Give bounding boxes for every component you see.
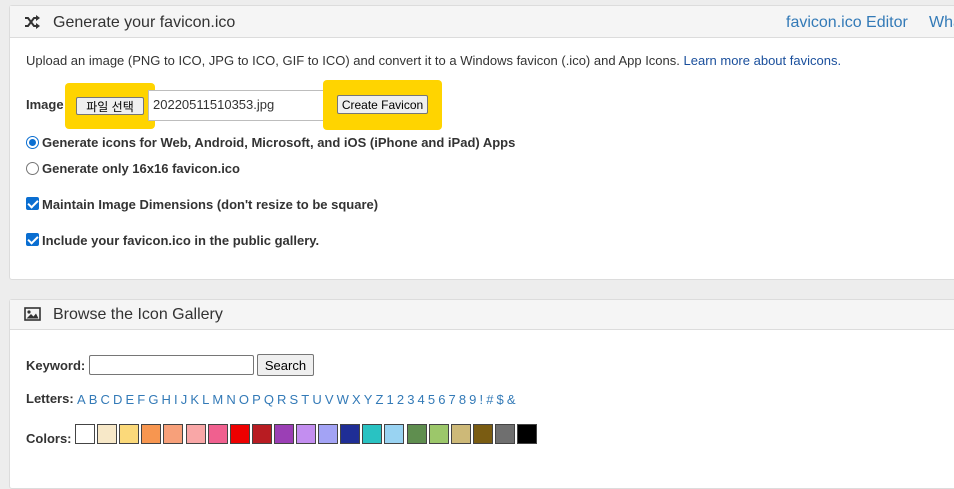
color-swatch[interactable] — [494, 424, 515, 444]
letter-link[interactable]: 1 — [387, 392, 394, 407]
letter-link[interactable]: E — [126, 392, 135, 407]
choose-file-button[interactable]: 파일 선택 — [76, 97, 144, 115]
color-swatch[interactable] — [517, 424, 537, 444]
letter-link[interactable]: Y — [364, 392, 373, 407]
color-swatch[interactable] — [185, 424, 206, 444]
letter-link[interactable]: 9 — [469, 392, 476, 407]
color-swatch[interactable] — [384, 424, 405, 444]
upload-description: Upload an image (PNG to ICO, JPG to ICO,… — [26, 53, 841, 68]
color-swatch[interactable] — [141, 424, 162, 444]
image-label: Image — [26, 97, 64, 112]
letter-link[interactable]: B — [89, 392, 98, 407]
color-swatch[interactable] — [428, 424, 449, 444]
color-swatch[interactable] — [119, 424, 140, 444]
letter-link[interactable]: ! — [480, 392, 484, 407]
color-swatch[interactable] — [75, 424, 95, 444]
letter-link[interactable]: X — [352, 392, 361, 407]
generate-panel-title: Generate your favicon.ico — [53, 14, 236, 31]
image-icon — [24, 307, 41, 326]
letter-link[interactable]: 8 — [459, 392, 466, 407]
whats-new-link[interactable]: Wha — [929, 14, 954, 32]
letters-label: Letters: — [26, 391, 74, 406]
letter-link[interactable]: M — [212, 392, 223, 407]
letter-link[interactable]: # — [486, 392, 493, 407]
letter-link[interactable]: & — [507, 392, 516, 407]
letters-list: A B C D E F G H I J K L M N O P Q R S T U V W X Y Z 1 2 3 4 5 6 7 8 9! # $ & — [77, 391, 519, 409]
letter-link[interactable]: 7 — [449, 392, 456, 407]
generate-panel: Generate your favicon.ico favicon.ico Ed… — [9, 5, 954, 280]
maintain-dimensions-checkbox[interactable] — [26, 197, 39, 210]
gallery-panel: Browse the Icon Gallery Keyword: Search … — [9, 299, 954, 489]
color-swatch[interactable] — [340, 424, 361, 444]
keyword-label: Keyword: — [26, 358, 86, 373]
letter-link[interactable]: H — [162, 392, 171, 407]
letter-link[interactable]: N — [226, 392, 235, 407]
letter-link[interactable]: L — [202, 392, 209, 407]
public-gallery-label: Include your favicon.ico in the public g… — [42, 233, 320, 248]
letter-link[interactable]: 3 — [407, 392, 414, 407]
letter-link[interactable]: C — [101, 392, 110, 407]
letter-link[interactable]: J — [181, 392, 188, 407]
letter-link[interactable]: V — [325, 392, 334, 407]
color-swatch[interactable] — [273, 424, 294, 444]
gallery-panel-title: Browse the Icon Gallery — [53, 306, 223, 323]
letter-link[interactable]: W — [337, 392, 349, 407]
letter-link[interactable]: F — [137, 392, 145, 407]
letter-link[interactable]: G — [148, 392, 158, 407]
color-swatch[interactable] — [450, 424, 471, 444]
color-swatch[interactable] — [362, 424, 383, 444]
radio-16x16-only[interactable] — [26, 162, 39, 175]
letter-link[interactable]: $ — [497, 392, 504, 407]
radio-all-platforms-label: Generate icons for Web, Android, Microso… — [42, 135, 516, 150]
colors-label: Colors: — [26, 431, 72, 446]
letter-link[interactable]: 4 — [418, 392, 425, 407]
shuffle-icon — [24, 15, 40, 34]
color-swatch[interactable] — [229, 424, 250, 444]
gallery-panel-header: Browse the Icon Gallery — [10, 300, 954, 330]
letter-link[interactable]: 6 — [438, 392, 445, 407]
keyword-input[interactable] — [89, 355, 254, 375]
letter-link[interactable]: P — [252, 392, 261, 407]
color-swatch[interactable] — [251, 424, 272, 444]
create-favicon-button[interactable]: Create Favicon — [337, 95, 428, 114]
color-swatch[interactable] — [318, 424, 339, 444]
color-swatch[interactable] — [472, 424, 493, 444]
color-swatch[interactable] — [97, 424, 118, 444]
letter-link[interactable]: I — [174, 392, 178, 407]
search-button[interactable]: Search — [257, 354, 314, 376]
letter-link[interactable]: 5 — [428, 392, 435, 407]
selected-file-name: 20220511510353.jpg — [153, 97, 275, 112]
color-swatch[interactable] — [296, 424, 316, 444]
upload-description-text: Upload an image (PNG to ICO, JPG to ICO,… — [26, 53, 680, 68]
letter-link[interactable]: S — [290, 392, 299, 407]
letter-link[interactable]: Q — [264, 392, 274, 407]
generate-panel-header: Generate your favicon.ico favicon.ico Ed… — [10, 6, 954, 38]
radio-all-platforms[interactable] — [26, 136, 39, 149]
letter-link[interactable]: T — [301, 392, 309, 407]
letter-link[interactable]: U — [312, 392, 321, 407]
letter-link[interactable]: O — [239, 392, 249, 407]
favicon-editor-link[interactable]: favicon.ico Editor — [786, 14, 908, 32]
letter-link[interactable]: Z — [376, 392, 384, 407]
maintain-dimensions-label: Maintain Image Dimensions (don't resize … — [42, 197, 379, 212]
public-gallery-checkbox[interactable] — [26, 233, 39, 246]
letter-link[interactable]: A — [77, 392, 86, 407]
letter-link[interactable]: K — [190, 392, 199, 407]
learn-more-link[interactable]: Learn more about favicons. — [684, 53, 842, 68]
color-swatch[interactable] — [207, 424, 228, 444]
letter-link[interactable]: D — [113, 392, 122, 407]
radio-16x16-label: Generate only 16x16 favicon.ico — [42, 161, 240, 176]
color-swatch[interactable] — [163, 424, 184, 444]
color-swatch[interactable] — [406, 424, 427, 444]
letter-link[interactable]: R — [277, 392, 286, 407]
letter-link[interactable]: 2 — [397, 392, 404, 407]
